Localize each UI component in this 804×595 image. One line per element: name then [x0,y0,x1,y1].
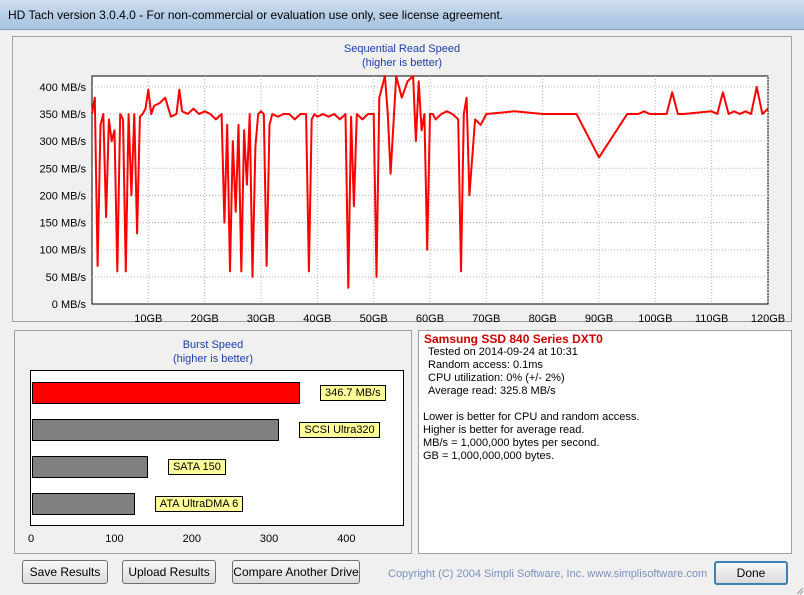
drive-name: Samsung SSD 840 Series DXT0 [424,332,603,346]
x-tick-label: 90GB [585,313,613,325]
y-tick-label: 100 MB/s [40,245,87,257]
note-cpu: Lower is better for CPU and random acces… [423,411,640,423]
x-tick-label: 10GB [134,313,162,325]
burst-chart-title: Burst Speed [182,339,244,351]
y-tick-label: 400 MB/s [40,82,87,94]
x-tick-label: 120GB [751,313,785,325]
x-tick-label: 30GB [247,313,275,325]
average-read: Average read: 325.8 MB/s [428,385,556,397]
x-tick-label: 50GB [360,313,388,325]
tested-on: Tested on 2014-09-24 at 10:31 [428,346,578,358]
burst-bar [32,419,280,441]
copyright-text: Copyright (C) 2004 Simpli Software, Inc.… [388,568,708,580]
y-tick-label: 250 MB/s [40,163,87,175]
burst-x-tick-label: 400 [337,533,356,545]
resize-grip-icon[interactable] [794,585,804,595]
burst-bar-label: SCSI Ultra320 [299,422,380,438]
y-tick-label: 150 MB/s [40,218,87,230]
x-tick-label: 20GB [191,313,219,325]
save-results-button[interactable]: Save Results [22,560,108,584]
burst-bar-label: 346.7 MB/s [319,385,386,401]
cpu-utilization: CPU utilization: 0% (+/- 2%) [428,372,565,384]
burst-bar-label: SATA 150 [167,459,226,475]
y-tick-label: 50 MB/s [46,272,87,284]
x-tick-label: 100GB [638,313,672,325]
y-tick-label: 300 MB/s [40,136,87,148]
burst-x-tick-label: 0 [28,533,35,545]
random-access: Random access: 0.1ms [428,359,543,371]
burst-x-tick-label: 100 [105,533,124,545]
note-gb: GB = 1,000,000,000 bytes. [423,450,555,462]
x-tick-label: 60GB [416,313,444,325]
y-tick-label: 0 MB/s [52,299,87,311]
x-tick-label: 110GB [695,313,728,325]
x-tick-label: 80GB [529,313,557,325]
compare-drive-button[interactable]: Compare Another Drive [232,560,360,584]
upload-results-button[interactable]: Upload Results [122,560,216,584]
burst-x-tick-label: 200 [182,533,201,545]
note-read: Higher is better for average read. [423,424,585,436]
x-tick-label: 70GB [472,313,500,325]
burst-x-tick-label: 300 [259,533,279,545]
burst-bar [32,456,148,478]
burst-bar [32,493,135,515]
burst-bar [32,382,300,404]
done-button[interactable]: Done [714,561,788,585]
note-mbs: MB/s = 1,000,000 bytes per second. [423,437,600,449]
burst-chart-subtitle: (higher is better) [172,353,254,365]
y-tick-label: 200 MB/s [40,190,87,202]
y-tick-label: 350 MB/s [40,109,87,121]
burst-bar-label: ATA UltraDMA 6 [154,496,244,512]
x-tick-label: 40GB [303,313,331,325]
